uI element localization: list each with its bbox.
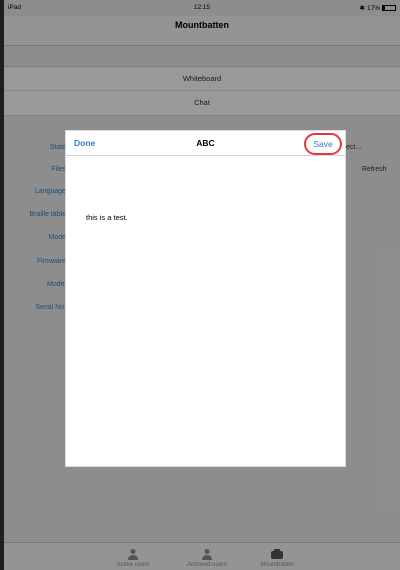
- save-button[interactable]: Save: [304, 133, 342, 155]
- editor-modal: Done ABC Save this is a test.: [65, 130, 346, 467]
- modal-header: Done ABC Save: [66, 131, 345, 156]
- ipad-screen: iPad 12:15 ✱ 17% Mountbatten Whiteboard …: [4, 0, 400, 570]
- document-text[interactable]: this is a test.: [86, 213, 128, 222]
